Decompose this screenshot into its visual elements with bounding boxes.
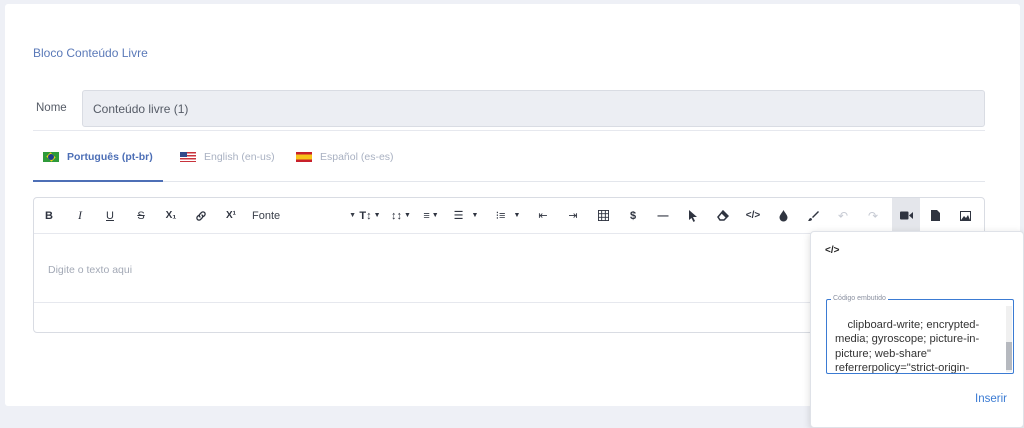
table-button[interactable] xyxy=(594,198,612,233)
chevron-down-icon: ▼ xyxy=(404,212,411,219)
text-color-button[interactable] xyxy=(774,198,792,233)
outdent-icon: ⇤ xyxy=(538,210,548,222)
tab-es-es[interactable]: Español (es-es) xyxy=(286,150,404,182)
scrollbar-thumb[interactable] xyxy=(1006,342,1012,370)
video-button[interactable] xyxy=(892,198,920,233)
ordered-list-button[interactable]: ☰ ▼ xyxy=(452,198,480,233)
tab-label: Português (pt-br) xyxy=(67,151,153,163)
format-painter-button[interactable] xyxy=(804,198,822,233)
subscript-button[interactable]: X₁ xyxy=(162,198,180,233)
embed-code-textarea[interactable]: clipboard-write; encrypted-media; gyrosc… xyxy=(826,299,1014,374)
chevron-down-icon: ▼ xyxy=(349,212,356,219)
code-icon: </> xyxy=(825,245,840,256)
embed-code-text: clipboard-write; encrypted-media; gyrosc… xyxy=(835,318,980,374)
ordered-list-icon: ☰ xyxy=(453,210,464,222)
font-select-label: Fonte xyxy=(252,209,281,222)
eraser-button[interactable] xyxy=(714,198,732,233)
image-button[interactable] xyxy=(956,198,974,233)
undo-icon: ↶ xyxy=(837,208,849,223)
tab-en-us[interactable]: English (en-us) xyxy=(170,150,285,182)
code-icon: </> xyxy=(745,210,761,221)
section-title: Bloco Conteúdo Livre xyxy=(33,46,148,60)
textarea-scrollbar[interactable] xyxy=(1006,306,1012,372)
bold-button[interactable]: B xyxy=(40,198,58,233)
chevron-down-icon: ▼ xyxy=(471,212,479,219)
underline-button[interactable]: U xyxy=(101,198,119,233)
link-icon xyxy=(196,210,206,221)
font-size-icon: T↕ xyxy=(359,209,372,222)
horizontal-rule-icon: — xyxy=(657,209,669,222)
select-button[interactable] xyxy=(684,198,702,233)
indent-icon: ⇥ xyxy=(568,210,578,222)
strikethrough-button[interactable]: S xyxy=(132,198,150,233)
flag-usa-icon xyxy=(180,152,196,162)
embed-video-popover: </> Código embutido clipboard-write; enc… xyxy=(810,231,1024,428)
font-select[interactable]: Fonte ▼ xyxy=(252,198,356,233)
redo-button[interactable]: ↷ xyxy=(864,198,882,233)
cursor-icon xyxy=(689,209,697,222)
table-icon xyxy=(597,210,609,221)
align-icon: ≡ xyxy=(423,209,430,222)
insert-button[interactable]: Inserir xyxy=(975,393,1007,405)
editor-toolbar: B I U S X₁ X¹ Fonte ▼ T↕ ▼ ↕↕ ▼ ≡ ▼ ☰ ▼ ⁝≡ ▼ … xyxy=(34,198,984,234)
eraser-icon xyxy=(717,210,729,221)
indent-button[interactable]: ⇥ xyxy=(564,198,582,233)
color-drop-icon xyxy=(779,209,787,221)
undo-button[interactable]: ↶ xyxy=(834,198,852,233)
dollar-button[interactable]: $ xyxy=(624,198,642,233)
name-input[interactable] xyxy=(82,90,985,127)
file-icon xyxy=(930,210,940,221)
link-button[interactable] xyxy=(192,198,210,233)
editor-placeholder[interactable]: Digite o texto aqui xyxy=(48,264,132,276)
image-icon xyxy=(959,210,971,221)
superscript-button[interactable]: X¹ xyxy=(222,198,240,233)
tab-label: Español (es-es) xyxy=(320,151,394,163)
unordered-list-icon: ⁝≡ xyxy=(495,210,506,222)
chevron-down-icon: ▼ xyxy=(373,212,381,219)
divider xyxy=(33,130,985,131)
font-size-button[interactable]: T↕ ▼ xyxy=(359,198,381,233)
italic-button[interactable]: I xyxy=(71,198,89,233)
embed-code-label: Código embutido xyxy=(831,295,888,302)
language-tabs: Português (pt-br) English (en-us) Españo… xyxy=(33,150,985,182)
line-height-button[interactable]: ↕↕ ▼ xyxy=(390,198,412,233)
align-button[interactable]: ≡ ▼ xyxy=(420,198,442,233)
outdent-button[interactable]: ⇤ xyxy=(534,198,552,233)
chevron-down-icon: ▼ xyxy=(431,212,439,219)
code-view-button[interactable]: </> xyxy=(744,198,762,233)
line-height-icon: ↕↕ xyxy=(391,209,403,222)
tab-label: English (en-us) xyxy=(204,151,275,163)
tab-pt-br[interactable]: Português (pt-br) xyxy=(33,150,163,182)
flag-spain-icon xyxy=(296,152,312,162)
dollar-icon: $ xyxy=(629,209,637,222)
file-button[interactable] xyxy=(926,198,944,233)
name-label: Nome xyxy=(36,102,67,114)
unordered-list-button[interactable]: ⁝≡ ▼ xyxy=(494,198,522,233)
chevron-down-icon: ▼ xyxy=(513,212,521,219)
flag-brazil-icon xyxy=(43,152,59,162)
brush-icon xyxy=(808,210,819,221)
video-icon xyxy=(899,211,913,220)
horizontal-rule-button[interactable]: — xyxy=(654,198,672,233)
redo-icon: ↷ xyxy=(867,208,879,223)
